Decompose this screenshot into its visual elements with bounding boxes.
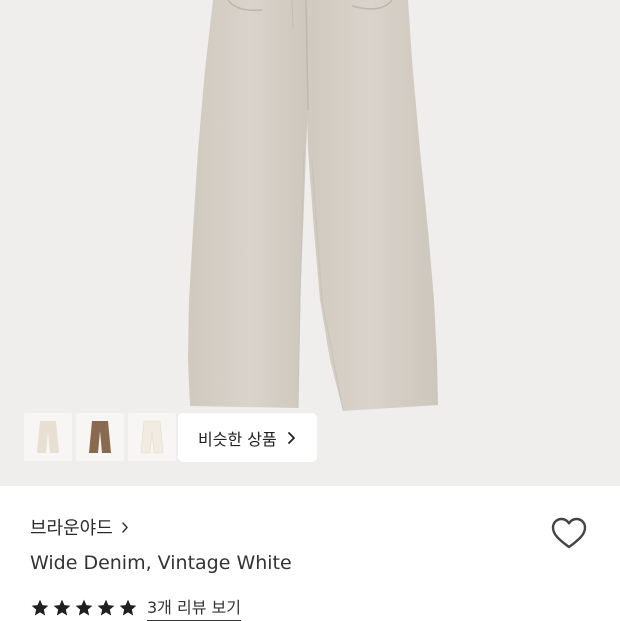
- similar-products-button[interactable]: 비슷한 상품: [178, 413, 317, 462]
- chevron-right-icon: [287, 431, 296, 445]
- thumbnail-pants-icon: [37, 421, 59, 453]
- heart-icon: [551, 517, 587, 549]
- star-icon: [75, 599, 93, 615]
- wishlist-heart-button[interactable]: [549, 514, 589, 554]
- star-icon: [53, 599, 71, 615]
- thumbnail-ivory[interactable]: [128, 413, 176, 461]
- review-link[interactable]: 3개 리뷰 보기: [147, 594, 241, 621]
- chevron-right-icon: [121, 521, 129, 534]
- star-rating: [30, 598, 138, 618]
- star-icon: [119, 599, 137, 615]
- thumbnail-pants-icon: [89, 421, 111, 453]
- rating-row: 3개 리뷰 보기: [30, 594, 241, 621]
- thumbnail-pants-icon: [140, 420, 164, 454]
- product-title: Wide Denim, Vintage White: [30, 552, 292, 574]
- thumbnail-brown[interactable]: [76, 413, 124, 461]
- similar-products-label: 비슷한 상품: [198, 429, 277, 449]
- thumbnail-strip: [24, 413, 176, 461]
- star-icon: [31, 599, 49, 615]
- brand-link[interactable]: 브라운야드: [30, 512, 620, 542]
- product-image[interactable]: 비슷한 상품: [0, 0, 620, 486]
- star-icon: [97, 599, 115, 615]
- brand-name: 브라운야드: [30, 518, 113, 539]
- thumbnail-vintage-white[interactable]: [24, 413, 72, 461]
- product-info: 브라운야드: [30, 512, 620, 542]
